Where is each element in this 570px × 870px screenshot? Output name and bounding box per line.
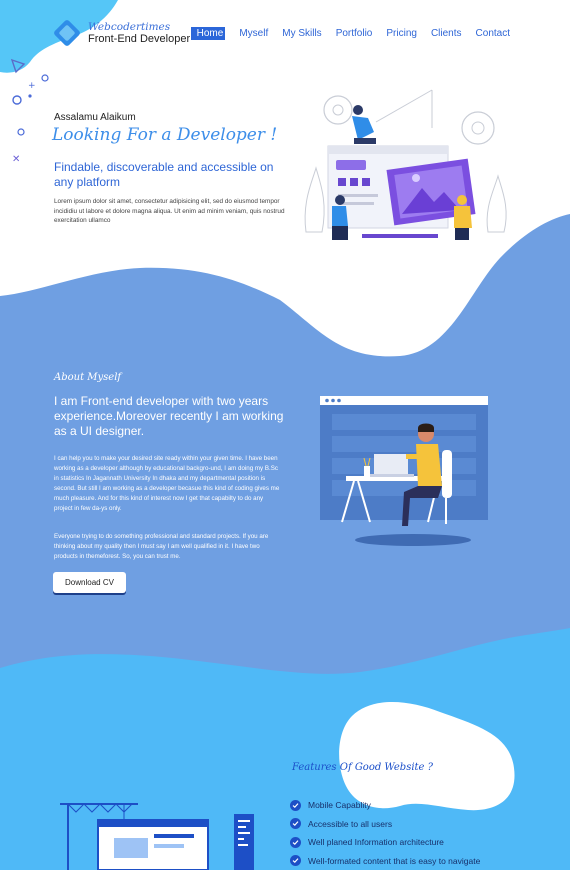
feature-label: Accessible to all users: [308, 818, 393, 829]
nav-clients[interactable]: Clients: [431, 27, 462, 40]
hero-greeting: Assalamu Alaikum: [54, 112, 136, 123]
nav-contact[interactable]: Contact: [476, 27, 510, 40]
hero-text: Lorem ipsum dolor sit amet, consectetur …: [54, 198, 285, 224]
check-icon: [290, 818, 301, 830]
download-cv-button[interactable]: Download CV: [53, 572, 126, 593]
brand-logo[interactable]: Webcodertimes Front-End Developer: [54, 20, 190, 46]
brand-tagline: Front-End Developer: [88, 32, 191, 45]
hero-subtitle: Findable, discoverable and accessible on…: [54, 160, 274, 189]
nav-portfolio[interactable]: Portfolio: [336, 27, 373, 40]
about-paragraph-1: I can help you to make your desired site…: [54, 455, 280, 512]
construction-illustration: [60, 803, 254, 870]
about-lead: I am Front-end developer with two years …: [54, 394, 284, 438]
hero-title: Looking For a Developer !: [52, 125, 278, 145]
main-nav: Home Myself My Skills Portfolio Pricing …: [190, 27, 510, 40]
about-paragraph-2: Everyone trying to do something professi…: [54, 533, 269, 560]
features-heading: Features Of Good Website ?: [292, 762, 434, 773]
nav-pricing[interactable]: Pricing: [386, 27, 417, 40]
list-item: Accessible to all users: [290, 815, 480, 834]
feature-label: Well-formated content that is easy to na…: [308, 855, 481, 866]
list-item: Well-formated content that is easy to na…: [290, 852, 480, 870]
decorative-shapes: + ✕: [10, 58, 49, 165]
svg-text:✕: ✕: [12, 154, 20, 165]
nav-my-skills[interactable]: My Skills: [282, 27, 321, 40]
desk-worker-illustration: [320, 396, 488, 546]
feature-label: Mobile Capablity: [308, 800, 371, 811]
nav-home[interactable]: Home: [190, 27, 226, 40]
check-icon: [290, 836, 301, 848]
check-icon: [290, 855, 301, 867]
brand-name: Webcodertimes: [88, 20, 171, 33]
logo-icon: [54, 20, 80, 46]
svg-text:+: +: [28, 81, 36, 91]
developer-illustration: [304, 89, 507, 240]
list-item: Mobile Capablity: [290, 796, 480, 815]
nav-myself[interactable]: Myself: [239, 27, 268, 40]
check-icon: [290, 799, 301, 811]
feature-label: Well planed Information architecture: [308, 837, 444, 848]
list-item: Well planed Information architecture: [290, 833, 480, 852]
about-heading: About Myself: [54, 372, 122, 383]
features-list: Mobile Capablity Accessible to all users…: [290, 796, 480, 870]
